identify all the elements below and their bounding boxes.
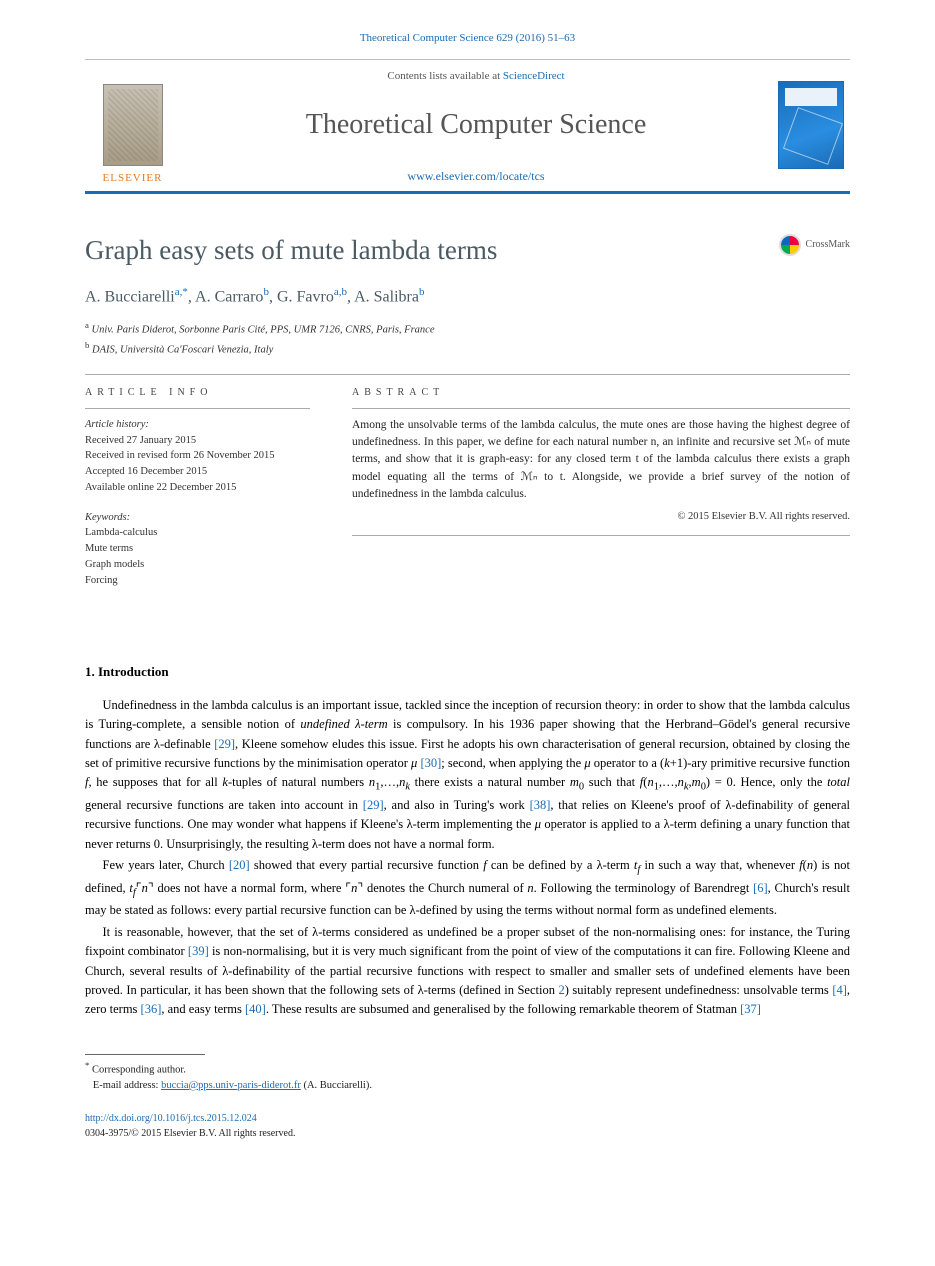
corresponding-author-label: Corresponding author. (92, 1064, 186, 1075)
journal-info-center: Contents lists available at ScienceDirec… (180, 60, 772, 191)
journal-header-panel: ELSEVIER Contents lists available at Sci… (85, 59, 850, 194)
doi-link[interactable]: http://dx.doi.org/10.1016/j.tcs.2015.12.… (85, 1113, 257, 1124)
authors-line: A. Bucciarellia,*, A. Carrarob, G. Favro… (85, 284, 850, 309)
introduction-body: Undefinedness in the lambda calculus is … (85, 696, 850, 1020)
keyword: Forcing (85, 573, 310, 589)
keywords-block: Keywords: Lambda-calculus Mute terms Gra… (85, 510, 310, 589)
keywords-label: Keywords: (85, 510, 310, 526)
journal-cover-thumb (772, 60, 850, 191)
corresponding-mark: * (182, 286, 188, 298)
author-3: G. Favro (277, 288, 334, 305)
cover-image-icon (778, 81, 844, 169)
crossmark-badge[interactable]: CrossMark (779, 234, 850, 256)
keyword: Lambda-calculus (85, 525, 310, 541)
ref-36[interactable]: [36] (141, 1002, 162, 1016)
affiliation-b: DAIS, Università Ca'Foscari Venezia, Ita… (92, 344, 273, 355)
lists-text: Contents lists available at (387, 70, 502, 82)
author-4: A. Salibra (354, 288, 419, 305)
abstract-copyright: © 2015 Elsevier B.V. All rights reserved… (352, 509, 850, 525)
history-item: Accepted 16 December 2015 (85, 464, 310, 480)
ref-39[interactable]: [39] (188, 944, 209, 958)
author-1: A. Bucciarelli (85, 288, 175, 305)
author-2: A. Carraro (195, 288, 263, 305)
divider-top (85, 374, 850, 375)
intro-para-3: It is reasonable, however, that the set … (85, 923, 850, 1020)
ref-4[interactable]: [4] (832, 983, 847, 997)
crossmark-label: CrossMark (806, 237, 850, 252)
keyword: Mute terms (85, 541, 310, 557)
publisher-name: ELSEVIER (103, 170, 163, 187)
article-title: Graph easy sets of mute lambda terms (85, 230, 497, 271)
email-label: E-mail address: (93, 1080, 159, 1091)
publisher-logo-block: ELSEVIER (85, 60, 180, 191)
article-history-block: Article history: Received 27 January 201… (85, 417, 310, 496)
sciencedirect-link[interactable]: ScienceDirect (503, 70, 565, 82)
divider (85, 408, 310, 409)
citation-header: Theoretical Computer Science 629 (2016) … (85, 30, 850, 47)
divider (352, 535, 850, 536)
journal-name: Theoretical Computer Science (180, 104, 772, 146)
crossmark-icon (779, 234, 801, 256)
intro-para-1: Undefinedness in the lambda calculus is … (85, 696, 850, 854)
author-3-aff: a,b (334, 286, 347, 298)
keyword: Graph models (85, 557, 310, 573)
ref-29[interactable]: [29] (214, 737, 235, 751)
divider (352, 408, 850, 409)
journal-homepage-link[interactable]: www.elsevier.com/locate/tcs (180, 167, 772, 185)
email-person: (A. Bucciarelli). (303, 1080, 372, 1091)
affiliation-a: Univ. Paris Diderot, Sorbonne Paris Cité… (92, 325, 435, 336)
section-1-heading: 1. Introduction (85, 662, 850, 682)
corresponding-email-link[interactable]: buccia@pps.univ-paris-diderot.fr (161, 1080, 301, 1091)
citation-text: Theoretical Computer Science 629 (2016) … (360, 32, 575, 44)
affiliations-block: a Univ. Paris Diderot, Sorbonne Paris Ci… (85, 319, 850, 358)
abstract-heading: ABSTRACT (352, 385, 850, 400)
author-4-aff: b (419, 286, 425, 298)
author-2-aff: b (263, 286, 269, 298)
ref-section-2[interactable]: 2 (559, 983, 565, 997)
article-info-heading: ARTICLE INFO (85, 385, 310, 400)
footnote-separator (85, 1054, 205, 1055)
history-item: Available online 22 December 2015 (85, 480, 310, 496)
ref-40[interactable]: [40] (245, 1002, 266, 1016)
ref-6[interactable]: [6] (753, 881, 768, 895)
ref-30[interactable]: [30] (420, 756, 441, 770)
intro-para-2: Few years later, Church [20] showed that… (85, 856, 850, 921)
footnotes-block: * Corresponding author. E-mail address: … (85, 1059, 850, 1094)
elsevier-tree-icon (103, 84, 163, 166)
abstract-text: Among the unsolvable terms of the lambda… (352, 417, 850, 503)
ref-29b[interactable]: [29] (363, 798, 384, 812)
contents-lists-line: Contents lists available at ScienceDirec… (180, 68, 772, 85)
ref-20[interactable]: [20] (229, 858, 250, 872)
issn-copyright-line: 0304-3975/© 2015 Elsevier B.V. All right… (85, 1128, 295, 1139)
ref-37[interactable]: [37] (740, 1002, 761, 1016)
history-label: Article history: (85, 417, 310, 433)
history-item: Received 27 January 2015 (85, 433, 310, 449)
article-footer: http://dx.doi.org/10.1016/j.tcs.2015.12.… (85, 1106, 850, 1141)
ref-38[interactable]: [38] (530, 798, 551, 812)
history-item: Received in revised form 26 November 201… (85, 448, 310, 464)
